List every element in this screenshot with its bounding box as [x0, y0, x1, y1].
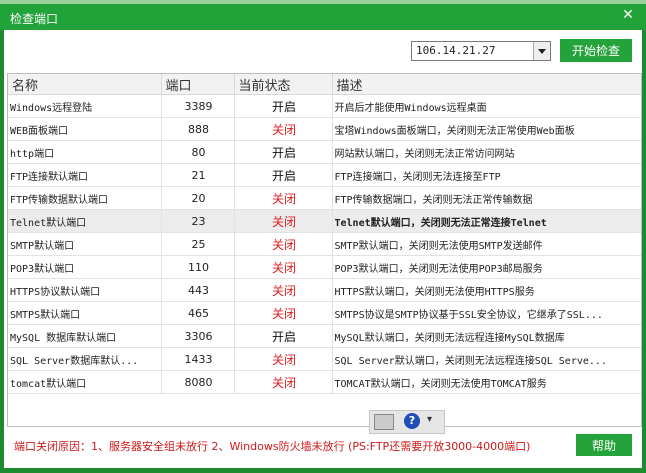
ip-select-value: 106.14.21.27	[416, 44, 496, 57]
cell-desc: 宝塔Windows面板端口，关闭则无法正常使用Web面板	[332, 117, 641, 141]
controls-bar: 106.14.21.27 开始检查	[4, 30, 642, 68]
cell-name: SMTPS默认端口	[8, 301, 162, 325]
table-row[interactable]: SMTPS默认端口 465 关闭 SMTPS协议是SMTP协议基于SSL安全协议，它继…	[8, 301, 641, 325]
cell-status: 开启	[234, 163, 333, 187]
cell-desc: MySQL默认端口，关闭则无法远程连接MySQL数据库	[332, 324, 641, 348]
header-port[interactable]: 端口	[161, 74, 235, 95]
help-button[interactable]: 帮助	[576, 434, 632, 456]
cell-port: 888	[161, 117, 235, 141]
window-titlebar: 检查端口 ✕	[0, 4, 646, 30]
cell-name: http端口	[8, 140, 162, 164]
cell-desc: SQL Server默认端口，关闭则无法远程连接SQL Serve...	[332, 347, 641, 371]
table-row[interactable]: FTP连接默认端口 21 开启 FTP连接端口，关闭则无法连接至FTP	[8, 163, 641, 187]
cell-port: 3389	[161, 94, 235, 118]
help-icon[interactable]: ?	[404, 413, 420, 429]
cell-desc: 开启后才能使用Windows远程桌面	[332, 94, 641, 118]
cell-status: 关闭	[234, 117, 333, 141]
cell-name: POP3默认端口	[8, 255, 162, 279]
cell-status: 开启	[234, 324, 333, 348]
cell-desc: FTP连接端口，关闭则无法连接至FTP	[332, 163, 641, 187]
close-icon[interactable]: ✕	[620, 7, 636, 23]
table-row[interactable]: Windows远程登陆 3389 开启 开启后才能使用Windows远程桌面	[8, 94, 641, 118]
cell-name: WEB面板端口	[8, 117, 162, 141]
cell-desc: SMTP默认端口，关闭则无法使用SMTP发送邮件	[332, 232, 641, 256]
cell-desc: POP3默认端口，关闭则无法使用POP3邮局服务	[332, 255, 641, 279]
port-table-container: 名称 端口 当前状态 描述 Windows远程登陆 3389 开启 开启后才能使用Wi…	[7, 73, 642, 427]
cell-port: 110	[161, 255, 235, 279]
cell-status: 开启	[234, 94, 333, 118]
cell-status: 关闭	[234, 232, 333, 256]
cell-port: 80	[161, 140, 235, 164]
cell-name: Telnet默认端口	[8, 209, 162, 233]
cell-name: HTTPS协议默认端口	[8, 278, 162, 302]
cell-port: 23	[161, 209, 235, 233]
chevron-down-icon[interactable]	[533, 42, 550, 60]
table-row[interactable]: MySQL 数据库默认端口 3306 开启 MySQL默认端口，关闭则无法远程连接My…	[8, 324, 641, 348]
cell-desc: Telnet默认端口，关闭则无法正常连接Telnet	[332, 209, 641, 233]
keyboard-icon[interactable]	[374, 414, 394, 430]
header-desc[interactable]: 描述	[332, 74, 641, 95]
cell-port: 3306	[161, 324, 235, 348]
cell-status: 关闭	[234, 278, 333, 302]
cell-name: MySQL 数据库默认端口	[8, 324, 162, 348]
cell-status: 关闭	[234, 301, 333, 325]
cell-name: tomcat默认端口	[8, 370, 162, 394]
window-title: 检查端口	[10, 12, 59, 26]
cell-name: FTP连接默认端口	[8, 163, 162, 187]
table-header-row: 名称 端口 当前状态 描述	[8, 74, 641, 95]
cell-status: 关闭	[234, 255, 333, 279]
ip-select[interactable]: 106.14.21.27	[411, 41, 551, 61]
header-name[interactable]: 名称	[8, 74, 162, 95]
header-status[interactable]: 当前状态	[234, 74, 333, 95]
port-table: 名称 端口 当前状态 描述 Windows远程登陆 3389 开启 开启后才能使用Wi…	[8, 74, 641, 394]
cell-status: 关闭	[234, 209, 333, 233]
cell-port: 20	[161, 186, 235, 210]
cell-status: 关闭	[234, 347, 333, 371]
cell-status: 关闭	[234, 186, 333, 210]
cell-port: 25	[161, 232, 235, 256]
cell-name: SQL Server数据库默认...	[8, 347, 162, 371]
cell-desc: FTP传输数据端口，关闭则无法正常传输数据	[332, 186, 641, 210]
cell-desc: 网站默认端口，关闭则无法正常访问网站	[332, 140, 641, 164]
cell-port: 21	[161, 163, 235, 187]
start-check-button[interactable]: 开始检查	[560, 39, 632, 62]
footer-note: 端口关闭原因：1、服务器安全组未放行 2、Windows防火墙未放行 (PS:F…	[14, 440, 531, 453]
table-row[interactable]: Telnet默认端口 23 关闭 Telnet默认端口，关闭则无法正常连接Telnet	[8, 209, 641, 233]
cell-desc: TOMCAT默认端口，关闭则无法使用TOMCAT服务	[332, 370, 641, 394]
table-row[interactable]: tomcat默认端口 8080 关闭 TOMCAT默认端口，关闭则无法使用TOMCAT…	[8, 370, 641, 394]
cell-status: 开启	[234, 140, 333, 164]
cell-port: 8080	[161, 370, 235, 394]
mini-toolbar: ? ▾	[369, 410, 445, 434]
table-row[interactable]: FTP传输数据默认端口 20 关闭 FTP传输数据端口，关闭则无法正常传输数据	[8, 186, 641, 210]
cell-desc: HTTPS默认端口，关闭则无法使用HTTPS服务	[332, 278, 641, 302]
cell-port: 465	[161, 301, 235, 325]
cell-name: FTP传输数据默认端口	[8, 186, 162, 210]
table-row[interactable]: http端口 80 开启 网站默认端口，关闭则无法正常访问网站	[8, 140, 641, 164]
table-row[interactable]: HTTPS协议默认端口 443 关闭 HTTPS默认端口，关闭则无法使用HTTPS服务	[8, 278, 641, 302]
cell-port: 1433	[161, 347, 235, 371]
table-row[interactable]: POP3默认端口 110 关闭 POP3默认端口，关闭则无法使用POP3邮局服务	[8, 255, 641, 279]
cell-name: Windows远程登陆	[8, 94, 162, 118]
table-body: Windows远程登陆 3389 开启 开启后才能使用Windows远程桌面 WEB面板…	[8, 94, 641, 394]
chevron-down-icon[interactable]: ▾	[427, 414, 432, 425]
cell-name: SMTP默认端口	[8, 232, 162, 256]
table-row[interactable]: WEB面板端口 888 关闭 宝塔Windows面板端口，关闭则无法正常使用Web面板	[8, 117, 641, 141]
dialog-body: 106.14.21.27 开始检查 名称 端口 当前状态 描述 Windows远…	[4, 30, 642, 468]
table-row[interactable]: SMTP默认端口 25 关闭 SMTP默认端口，关闭则无法使用SMTP发送邮件	[8, 232, 641, 256]
cell-port: 443	[161, 278, 235, 302]
cell-status: 关闭	[234, 370, 333, 394]
table-row[interactable]: SQL Server数据库默认... 1433 关闭 SQL Server默认端口，关…	[8, 347, 641, 371]
cell-desc: SMTPS协议是SMTP协议基于SSL安全协议，它继承了SSL...	[332, 301, 641, 325]
